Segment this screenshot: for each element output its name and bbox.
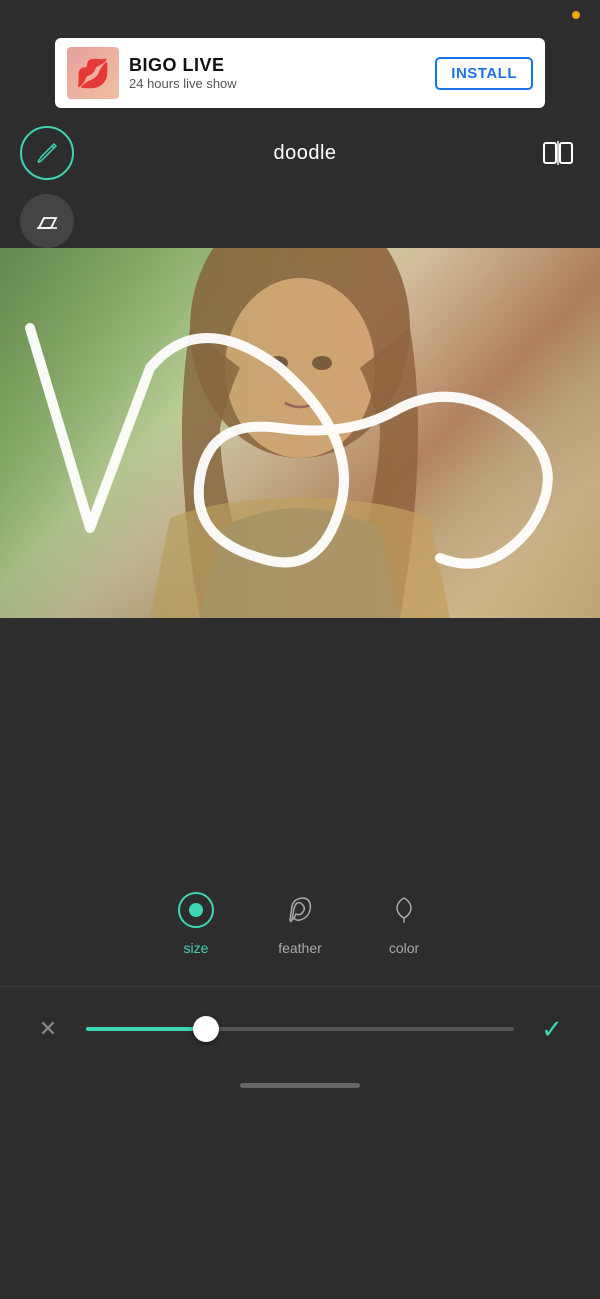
ad-text: BIGO LIVE 24 hours live show xyxy=(129,55,425,91)
feather-option[interactable]: feather xyxy=(278,888,322,956)
ad-image: 💋 xyxy=(67,47,119,99)
ad-subtitle: 24 hours live show xyxy=(129,76,425,91)
photo-canvas[interactable] xyxy=(0,248,600,618)
cancel-button[interactable]: ✕ xyxy=(30,1011,66,1047)
ad-install-button[interactable]: INSTALL xyxy=(435,57,533,90)
doodle-overlay xyxy=(0,248,600,618)
feather-icon xyxy=(278,888,322,932)
cancel-icon: ✕ xyxy=(39,1016,57,1042)
confirm-icon: ✓ xyxy=(541,1014,563,1045)
brush-options: size feather color xyxy=(0,858,600,966)
home-indicator xyxy=(0,1071,600,1094)
status-bar xyxy=(0,0,600,30)
toolbar: doodle xyxy=(0,116,600,190)
slider-row: ✕ ✓ xyxy=(0,987,600,1071)
toolbar-title: doodle xyxy=(273,142,336,165)
feather-label: feather xyxy=(278,940,322,956)
brush-icon xyxy=(34,140,60,166)
eraser-button[interactable] xyxy=(20,194,74,248)
slider-thumb[interactable] xyxy=(193,1016,219,1042)
color-icon xyxy=(382,888,426,932)
color-label: color xyxy=(389,940,419,956)
confirm-button[interactable]: ✓ xyxy=(534,1011,570,1047)
color-option[interactable]: color xyxy=(382,888,426,956)
brush-button[interactable] xyxy=(20,126,74,180)
slider-track-wrap[interactable] xyxy=(86,1011,514,1047)
status-dot xyxy=(572,11,580,19)
size-option[interactable]: size xyxy=(174,888,218,956)
home-bar xyxy=(240,1083,360,1088)
eraser-icon xyxy=(34,208,60,234)
eraser-row xyxy=(0,194,600,248)
ad-banner[interactable]: 💋 BIGO LIVE 24 hours live show INSTALL xyxy=(55,38,545,108)
bottom-area xyxy=(0,618,600,818)
compare-button[interactable] xyxy=(536,131,580,175)
size-label: size xyxy=(184,940,209,956)
slider-track xyxy=(86,1027,514,1031)
compare-icon xyxy=(540,135,576,171)
size-icon xyxy=(174,888,218,932)
ad-title: BIGO LIVE xyxy=(129,55,425,76)
